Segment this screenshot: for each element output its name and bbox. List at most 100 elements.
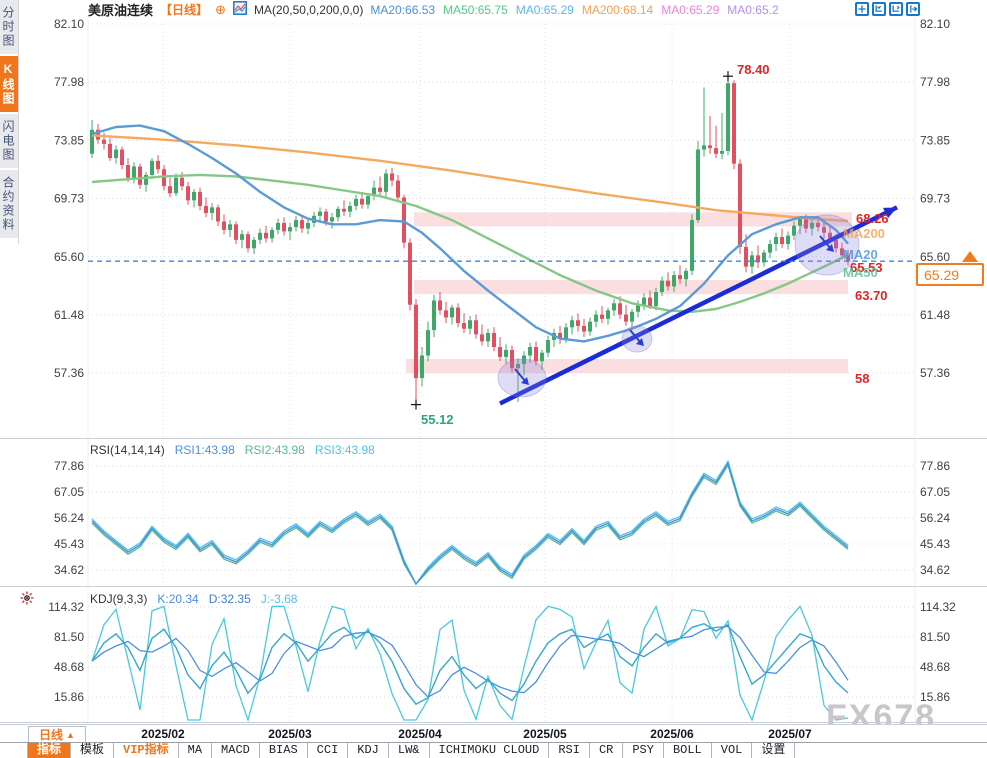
indicator-value: RSI3:43.98	[315, 443, 375, 457]
chart-text: 77.98	[920, 75, 950, 89]
toolbar-item-rsi[interactable]: RSI	[549, 743, 590, 758]
current-price-badge: 65.29	[916, 263, 984, 286]
chart-text: 81.50	[920, 630, 950, 644]
chart-text: 82.10	[920, 17, 950, 31]
toolbar-item-boll[interactable]: BOLL	[664, 743, 712, 758]
chart-text: 67.05	[54, 485, 84, 499]
chart-text: 55.12	[421, 412, 454, 427]
period-arrow-icon: ▲	[66, 730, 75, 740]
toolbar-item-kdj[interactable]: KDJ	[348, 743, 389, 758]
axis-pointer-icon[interactable]	[889, 2, 903, 16]
chart-text: 67.05	[920, 485, 950, 499]
chart-text: 68.26	[856, 211, 889, 226]
toolbar-item-cci[interactable]: CCI	[308, 743, 349, 758]
rsi-pane-header: RSI(14,14,14) RSI1:43.98 RSI2:43.98 RSI3:4…	[90, 443, 385, 457]
toolbar-item-ma[interactable]: MA	[179, 743, 212, 758]
indicator-toolbar: 指标模板VIP指标MAMACDBIASCCIKDJLW&ICHIMOKU CLO…	[0, 742, 987, 758]
chart-text: 45.43	[54, 537, 84, 551]
kdj-values: K:20.34D:32.35J:-3.68	[157, 592, 307, 606]
chart-text: 56.24	[54, 511, 84, 525]
chart-text: MA20	[843, 247, 878, 262]
toolbar-item-cr[interactable]: CR	[590, 743, 623, 758]
mini-chart-icon[interactable]	[233, 1, 247, 18]
month-label: 2025/02	[141, 727, 184, 741]
toolbar-item-vip-indicators[interactable]: VIP指标	[114, 743, 179, 758]
period-label: 日线	[39, 726, 63, 743]
chart-text: 69.73	[920, 192, 950, 206]
ma-legend-value: MA0:65.2	[727, 3, 778, 17]
chart-canvas[interactable]: 78.4055.1268.2665.5363.7058MA200MA20MA50…	[0, 0, 987, 758]
chart-text: 114.32	[920, 600, 956, 614]
month-label: 2025/04	[398, 727, 441, 741]
ma-legend: MA20:66.53 MA50:65.75 MA0:65.29 MA200:68.14…	[370, 3, 786, 17]
chart-text: 77.98	[54, 75, 84, 89]
chart-text: 57.36	[920, 366, 950, 380]
chart-text: 61.48	[920, 308, 950, 322]
add-circle-icon[interactable]: ⊕	[215, 3, 226, 16]
ma-legend-value: MA0:65.29	[661, 3, 719, 17]
symbol-title: 美原油连续	[88, 0, 153, 19]
chart-text: 82.10	[54, 17, 84, 31]
chart-text: 77.86	[54, 459, 84, 473]
month-label: 2025/07	[768, 727, 811, 741]
toolbar-item-bias[interactable]: BIAS	[260, 743, 308, 758]
period-selector-button[interactable]: 日线 ▲	[28, 726, 86, 743]
ma-legend-value: MA50:65.75	[443, 3, 508, 17]
toolbar-item-lw[interactable]: LW&	[389, 743, 430, 758]
price-up-arrow-icon	[962, 251, 978, 262]
toolbar-item-macd[interactable]: MACD	[212, 743, 260, 758]
kdj-title: KDJ(9,3,3)	[90, 592, 147, 606]
chart-text: 15.86	[54, 690, 84, 704]
indicator-value: K:20.34	[157, 592, 198, 606]
chart-text: 78.40	[737, 62, 770, 77]
exit-chart-icon[interactable]	[906, 2, 920, 16]
chart-toolbar-icons	[855, 2, 920, 16]
ma-legend-value: MA0:65.29	[516, 3, 574, 17]
ma-formula: MA(20,50,0,200,0,0)	[254, 3, 363, 17]
toolbar-item-ichimoku-cloud[interactable]: ICHIMOKU CLOUD	[430, 743, 550, 758]
toolbar-item-settings[interactable]: 设置	[752, 743, 795, 758]
chart-text: 34.62	[920, 563, 950, 577]
indicator-value: RSI2:43.98	[245, 443, 305, 457]
toolbar-item-psy[interactable]: PSY	[623, 743, 664, 758]
move-crosshair-icon[interactable]	[855, 2, 869, 16]
chart-text: 56.24	[920, 511, 950, 525]
chart-text: 65.60	[54, 250, 84, 264]
chart-text: 114.32	[48, 600, 84, 614]
chart-text: 58	[855, 371, 869, 386]
period-tag: 【日线】	[160, 1, 208, 18]
toolbar-item-indicators[interactable]: 指标	[28, 743, 71, 758]
chart-text: 73.85	[920, 133, 950, 147]
chart-text: MA50	[843, 265, 878, 280]
rsi-values: RSI1:43.98 RSI2:43.98 RSI3:43.98	[175, 443, 385, 457]
drawing-tool-sun-icon[interactable]	[20, 591, 34, 610]
toolbar-item-templates[interactable]: 模板	[71, 743, 114, 758]
chart-text: 61.48	[54, 308, 84, 322]
month-label: 2025/05	[523, 727, 566, 741]
indicator-value: J:-3.68	[261, 592, 298, 606]
chart-text: 34.62	[54, 563, 84, 577]
chart-application: { "header":{ "title":"美原油连续", "period_ta…	[0, 0, 987, 758]
x-axis-months: 2025/02 2025/03 2025/04 2025/05 2025/06 2025/…	[0, 724, 987, 743]
month-label: 2025/06	[650, 727, 693, 741]
month-label: 2025/03	[268, 727, 311, 741]
toolbar-spacer	[0, 743, 28, 758]
chart-text: 48.68	[920, 660, 950, 674]
indicator-value: RSI1:43.98	[175, 443, 235, 457]
rsi-title: RSI(14,14,14)	[90, 443, 165, 457]
ma-legend-value: MA20:66.53	[370, 3, 435, 17]
toolbar-item-vol[interactable]: VOL	[712, 743, 753, 758]
chart-text: 45.43	[920, 537, 950, 551]
chart-text: 65.60	[920, 250, 950, 264]
chart-text: 57.36	[54, 366, 84, 380]
chart-text: 81.50	[54, 630, 84, 644]
chart-text: MA200	[843, 226, 885, 241]
chart-header: 美原油连续 【日线】 ⊕ MA(20,50,0,200,0,0) MA20:66…	[88, 1, 787, 18]
chart-text: 69.73	[54, 192, 84, 206]
kdj-pane-header: KDJ(9,3,3) K:20.34D:32.35J:-3.68	[90, 592, 307, 606]
chart-text: 77.86	[920, 459, 950, 473]
chart-text: 48.68	[54, 660, 84, 674]
axis-scale-icon[interactable]	[872, 2, 886, 16]
ma-legend-value: MA200:68.14	[582, 3, 653, 17]
chart-text: 73.85	[54, 133, 84, 147]
